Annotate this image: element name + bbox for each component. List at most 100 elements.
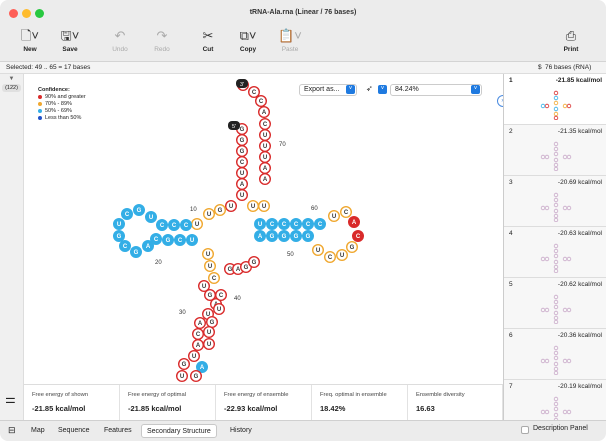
nucleotide[interactable]: U (235, 188, 248, 201)
redo-button[interactable]: ↷ Redo (144, 27, 180, 53)
nucleotide[interactable]: G (346, 240, 359, 253)
nucleotide[interactable]: C (258, 118, 271, 131)
nucleotide[interactable]: A (253, 229, 266, 242)
structure-item[interactable]: 4 -20.63 kcal/mol (504, 227, 606, 278)
nucleotide[interactable]: A (191, 339, 204, 352)
svg-text:C: C (263, 122, 268, 128)
nucleotide[interactable]: U (224, 199, 237, 212)
nucleotide[interactable]: G (129, 245, 142, 258)
nucleotide[interactable]: U (253, 217, 266, 230)
nucleotide[interactable]: C (290, 217, 303, 230)
nucleotide[interactable]: U (336, 248, 349, 261)
nucleotide[interactable]: G (247, 255, 260, 268)
nucleotide[interactable]: G (189, 370, 202, 383)
nucleotide[interactable]: U (258, 129, 271, 142)
nucleotide[interactable]: U (202, 338, 215, 351)
tab-map[interactable]: Map (26, 424, 50, 438)
nucleotide[interactable]: G (302, 229, 315, 242)
nucleotide[interactable]: C (302, 217, 315, 230)
nucleotide[interactable]: U (187, 350, 200, 363)
structure-count[interactable]: (122) (2, 84, 21, 92)
nucleotide[interactable]: G (205, 315, 218, 328)
nucleotide[interactable]: C (149, 232, 162, 245)
undo-button[interactable]: ↶ Undo (102, 27, 138, 53)
nucleotide[interactable]: G (235, 144, 248, 157)
nucleotide[interactable]: U (235, 166, 248, 179)
nucleotide[interactable]: C (314, 217, 327, 230)
nucleotide[interactable]: G (235, 134, 248, 147)
nucleotide[interactable]: C (235, 155, 248, 168)
nucleotide[interactable]: C (247, 85, 260, 99)
tab-sequence[interactable]: Sequence (53, 424, 95, 438)
nucleotide[interactable]: U (203, 259, 216, 272)
nucleotide[interactable]: C (340, 205, 353, 218)
save-button[interactable]: 🖫˅ Save (52, 27, 88, 53)
nucleotide[interactable]: G (132, 203, 145, 216)
nucleotide[interactable]: A (258, 172, 271, 185)
nucleotide[interactable]: C (173, 233, 186, 246)
nucleotide[interactable]: U (312, 243, 325, 256)
nucleotide[interactable]: U (144, 210, 157, 223)
nucleotide[interactable]: U (258, 150, 271, 163)
structure-item[interactable]: 1 -21.85 kcal/mol (504, 74, 606, 125)
cut-button[interactable]: ✂ Cut (190, 27, 226, 53)
description-panel-checkbox[interactable] (521, 426, 529, 434)
nucleotide[interactable]: G (290, 229, 303, 242)
nucleotide[interactable]: C (207, 271, 220, 284)
nucleotide[interactable]: C (167, 218, 180, 231)
svg-text:G: G (282, 234, 287, 240)
nucleotide[interactable]: G (112, 229, 125, 242)
nucleotide[interactable]: C (277, 217, 290, 230)
structure-item[interactable]: 5 -20.62 kcal/mol (504, 278, 606, 329)
nucleotide[interactable]: U (328, 209, 341, 222)
svg-text:U: U (263, 155, 267, 161)
sliders-icon[interactable]: ⚌ (5, 392, 16, 406)
paste-button[interactable]: 📋˅ Paste (272, 27, 308, 53)
nucleotide[interactable]: U (202, 325, 215, 338)
nucleotide[interactable]: G (213, 203, 226, 216)
print-button[interactable]: ⎙ Print (553, 27, 589, 53)
nucleotide[interactable]: A (258, 161, 271, 174)
structure-item[interactable]: 2 -21.35 kcal/mol (504, 125, 606, 176)
nucleotide[interactable]: A (235, 177, 248, 190)
nucleotide[interactable]: A (193, 316, 206, 329)
nucleotide[interactable]: C (265, 217, 278, 230)
nucleotide[interactable]: C (179, 218, 192, 231)
nucleotide[interactable]: U (202, 207, 215, 220)
nucleotide[interactable]: U (201, 247, 214, 260)
nucleotide[interactable]: C (352, 229, 365, 242)
nucleotide[interactable]: U (257, 199, 270, 212)
nucleotide[interactable]: G (265, 229, 278, 242)
copy-button[interactable]: ⧉˅ Copy (230, 27, 266, 53)
nucleotide[interactable]: U (258, 139, 271, 152)
nucleotide[interactable]: U (212, 302, 225, 315)
panel-layout-icon[interactable]: ⊟ (8, 425, 16, 436)
tab-features[interactable]: Features (99, 424, 137, 438)
tab-secondary-structure[interactable]: Secondary Structure (141, 424, 217, 438)
nucleotide[interactable]: U (175, 370, 188, 383)
nucleotide[interactable]: U (246, 199, 259, 212)
nucleotide[interactable]: A (257, 106, 270, 119)
nucleotide[interactable]: U (185, 233, 198, 246)
nucleotide[interactable]: C (191, 327, 204, 340)
tab-history[interactable]: History (225, 424, 257, 438)
nucleotide[interactable]: C (120, 207, 133, 220)
nucleotide[interactable]: G (161, 233, 174, 246)
nucleotide[interactable]: A (348, 215, 361, 228)
stat-value: -21.85 kcal/mol (32, 404, 86, 413)
nucleotide[interactable]: U (112, 217, 125, 230)
rna-structure-diagram[interactable]: ACCACUUUAAGGGCUAUUGUUUUCCCUGCUGCGACGCUUC… (24, 74, 503, 384)
nucleotide[interactable]: C (155, 218, 168, 231)
structure-canvas[interactable]: Confidence: 90% and greater 70% - 89% 50… (24, 74, 503, 384)
triangle-down-icon[interactable]: ▼ (0, 76, 23, 82)
nucleotide[interactable]: U (190, 217, 203, 230)
nucleotide[interactable]: C (254, 95, 267, 108)
nucleotide[interactable]: C (324, 250, 337, 263)
nucleotide[interactable]: C (214, 288, 227, 301)
structure-item[interactable]: 3 -20.69 kcal/mol (504, 176, 606, 227)
nucleotide[interactable]: C (118, 239, 131, 252)
nucleotide[interactable]: G (177, 358, 190, 371)
structure-item[interactable]: 6 -20.36 kcal/mol (504, 329, 606, 380)
nucleotide[interactable]: G (277, 229, 290, 242)
new-button[interactable]: 🗋˅ New (12, 27, 48, 53)
